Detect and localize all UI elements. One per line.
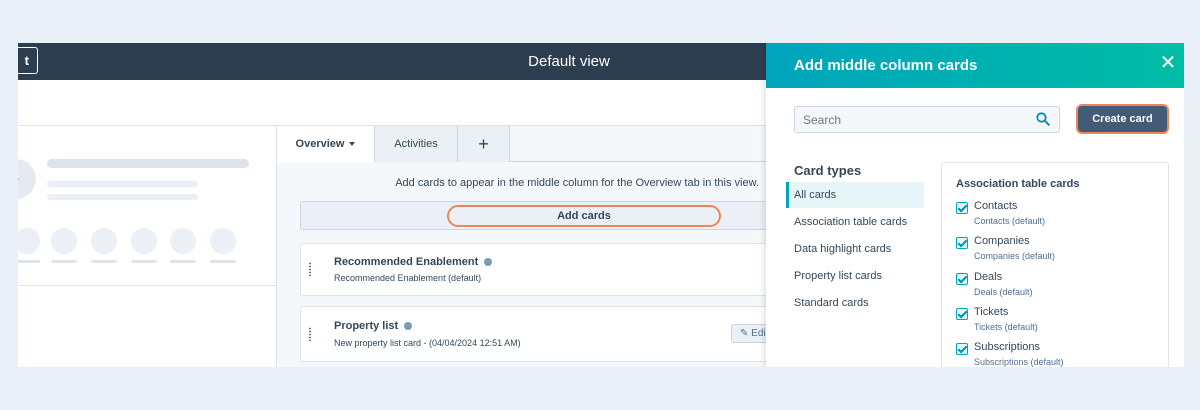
option-label: Tickets: [974, 306, 1009, 318]
action-placeholder-icon: [210, 228, 236, 254]
card-options-list: Association table cards Contacts Contact…: [941, 162, 1169, 367]
search-icon[interactable]: [1036, 112, 1050, 126]
panel-title: Add middle column cards: [794, 57, 978, 74]
expand-arrow-icon[interactable]: [18, 175, 19, 183]
editor-subbar: [18, 80, 766, 126]
card-type-data-highlight[interactable]: Data highlight cards: [786, 236, 924, 262]
checkbox[interactable]: [956, 237, 968, 249]
record-avatar-placeholder: [18, 159, 36, 199]
search-input[interactable]: [794, 106, 1060, 133]
divider: [18, 285, 277, 286]
info-icon[interactable]: [404, 322, 413, 331]
checkbox[interactable]: [956, 273, 968, 285]
tab-bar: Overview Activities +: [277, 126, 766, 163]
tab-label: Overview: [295, 138, 345, 150]
card-subtitle: Recommended Enablement (default): [334, 273, 482, 283]
skeleton-line: [131, 260, 157, 263]
option-sub: Deals (default): [974, 287, 1033, 297]
card-type-property-list[interactable]: Property list cards: [786, 263, 924, 289]
left-column-preview: [18, 126, 277, 367]
option-label: Contacts: [974, 200, 1018, 212]
option-sub: Companies (default): [974, 251, 1056, 261]
card-types-heading: Card types: [794, 163, 862, 178]
card-type-all[interactable]: All cards: [786, 182, 924, 208]
tab-label: Activities: [394, 138, 438, 150]
skeleton-line: [91, 260, 117, 263]
skeleton-title: [47, 159, 249, 168]
action-placeholder-icon: [91, 228, 117, 254]
card-type-association[interactable]: Association table cards: [786, 209, 924, 235]
middle-column-hint: Add cards to appear in the middle column…: [395, 177, 759, 189]
skeleton-line: [47, 181, 198, 187]
card-subtitle: New property list card - (04/04/2024 12:…: [334, 338, 521, 348]
record-view-editor: t Default view Overview Activities + Add…: [18, 43, 1184, 367]
option-sub: Tickets (default): [974, 322, 1038, 332]
panel-header: Add middle column cards ✕: [766, 43, 1184, 88]
add-cards-button[interactable]: Add cards: [447, 205, 721, 227]
option-sub: Contacts (default): [974, 216, 1046, 226]
action-placeholder-icon: [18, 228, 40, 254]
card-title: Property list: [334, 320, 413, 332]
skeleton-line: [47, 194, 198, 200]
drag-handle-icon[interactable]: [308, 327, 312, 341]
tab-activities[interactable]: Activities: [375, 126, 458, 162]
checkbox[interactable]: [956, 308, 968, 320]
card-property-list[interactable]: Property list New property list card - (…: [300, 306, 781, 362]
checkbox[interactable]: [956, 202, 968, 214]
skeleton-line: [210, 260, 236, 263]
middle-column: Overview Activities + Add cards to appea…: [277, 126, 781, 367]
card-recommended-enablement[interactable]: Recommended Enablement Recommended Enabl…: [300, 243, 770, 296]
option-label: Deals: [974, 271, 1003, 283]
checkbox[interactable]: [956, 343, 968, 355]
action-placeholder-icon: [131, 228, 157, 254]
close-icon[interactable]: ✕: [1156, 51, 1180, 75]
option-sub: Subscriptions (default): [974, 357, 1064, 367]
action-placeholder-icon: [51, 228, 77, 254]
skeleton-line: [170, 260, 196, 263]
plus-icon: +: [478, 134, 489, 154]
info-icon[interactable]: [484, 258, 493, 267]
skeleton-line: [18, 260, 40, 263]
add-tab-button[interactable]: +: [458, 126, 510, 162]
action-placeholder-icon: [170, 228, 196, 254]
caret-down-icon: [349, 142, 356, 147]
option-label: Companies: [974, 235, 1030, 247]
drag-handle-icon[interactable]: [308, 262, 312, 276]
skeleton-line: [51, 260, 77, 263]
tab-overview[interactable]: Overview: [277, 126, 375, 163]
create-card-button[interactable]: Create card: [1076, 104, 1169, 134]
add-cards-panel: Add middle column cards ✕ Create card Ca…: [766, 43, 1184, 367]
option-label: Subscriptions: [974, 341, 1041, 353]
card-type-standard[interactable]: Standard cards: [786, 290, 924, 316]
association-cards-heading: Association table cards: [956, 178, 1080, 190]
card-title: Recommended Enablement: [334, 256, 493, 268]
